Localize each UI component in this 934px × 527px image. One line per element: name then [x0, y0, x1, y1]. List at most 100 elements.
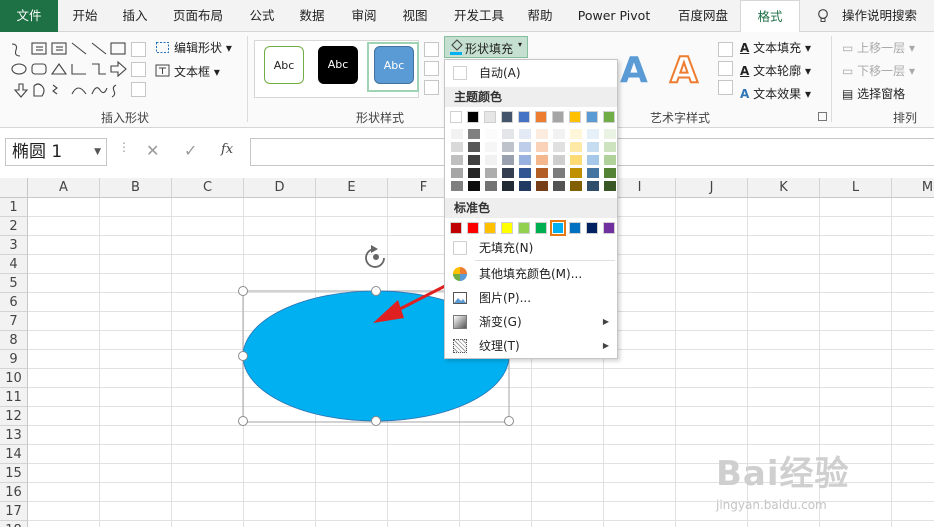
watermark-url: jingyan.baidu.com — [716, 498, 827, 512]
menu-item-picture-label: 图片(P)... — [479, 291, 532, 305]
theme-shade-swatch[interactable] — [451, 168, 463, 178]
standard-color-swatch[interactable] — [450, 222, 462, 234]
menu-item-more-colors-label: 其他填充颜色(M)... — [479, 267, 583, 281]
theme-color-swatch[interactable] — [484, 111, 496, 123]
resize-handle-bottom[interactable] — [371, 416, 381, 426]
submenu-arrow-icon: ▶ — [602, 341, 609, 350]
theme-color-swatch[interactable] — [569, 111, 581, 123]
shape-fill-dropdown: 自动(A) 主题颜色 标准色 无填充(N) 其他填充颜色(M)... 图片(P)… — [444, 59, 618, 359]
theme-shade-swatch[interactable] — [553, 181, 565, 191]
color-wheel-icon — [453, 267, 467, 281]
theme-shade-swatch[interactable] — [553, 142, 565, 152]
theme-shade-swatch[interactable] — [468, 155, 480, 165]
menu-item-auto[interactable]: 自动(A) — [445, 62, 617, 84]
menu-item-picture[interactable]: 图片(P)... — [445, 287, 617, 309]
standard-color-swatch[interactable] — [569, 222, 581, 234]
theme-shade-swatch[interactable] — [553, 129, 565, 139]
theme-shade-swatch[interactable] — [519, 168, 531, 178]
theme-shade-swatch[interactable] — [502, 129, 514, 139]
theme-shade-swatch[interactable] — [519, 155, 531, 165]
theme-shade-swatch[interactable] — [519, 129, 531, 139]
theme-shade-swatch[interactable] — [468, 168, 480, 178]
standard-color-swatch[interactable] — [603, 222, 615, 234]
resize-handle-left[interactable] — [238, 351, 248, 361]
theme-color-swatch[interactable] — [603, 111, 615, 123]
standard-color-swatch[interactable] — [586, 222, 598, 234]
theme-shade-swatch[interactable] — [502, 181, 514, 191]
standard-color-swatch[interactable] — [467, 222, 479, 234]
theme-shade-swatch[interactable] — [536, 168, 548, 178]
theme-color-swatch[interactable] — [501, 111, 513, 123]
menu-item-texture[interactable]: 纹理(T) ▶ — [445, 335, 617, 357]
theme-shade-swatch[interactable] — [485, 142, 497, 152]
theme-shade-swatch[interactable] — [570, 168, 582, 178]
theme-shade-swatch[interactable] — [502, 142, 514, 152]
theme-shade-swatch[interactable] — [604, 142, 616, 152]
theme-shade-swatch[interactable] — [519, 142, 531, 152]
gradient-icon — [453, 315, 467, 329]
menu-item-gradient[interactable]: 渐变(G) ▶ — [445, 311, 617, 333]
theme-shade-swatch[interactable] — [519, 181, 531, 191]
theme-shade-swatch[interactable] — [604, 168, 616, 178]
theme-shade-swatch[interactable] — [451, 181, 463, 191]
theme-shade-swatch[interactable] — [485, 168, 497, 178]
theme-shade-swatch[interactable] — [502, 155, 514, 165]
resize-handle-top[interactable] — [371, 286, 381, 296]
auto-swatch-icon — [453, 66, 467, 80]
theme-shade-swatch[interactable] — [485, 129, 497, 139]
theme-shade-swatch[interactable] — [604, 181, 616, 191]
theme-shade-swatch[interactable] — [587, 142, 599, 152]
standard-color-swatch[interactable] — [501, 222, 513, 234]
theme-shade-swatch[interactable] — [502, 168, 514, 178]
menu-item-more-colors[interactable]: 其他填充颜色(M)... — [445, 263, 617, 285]
theme-shade-swatch[interactable] — [536, 142, 548, 152]
standard-color-swatch[interactable] — [484, 222, 496, 234]
rotate-handle-icon[interactable] — [365, 245, 385, 268]
menu-item-no-fill[interactable]: 无填充(N) — [445, 237, 617, 259]
theme-shade-swatch[interactable] — [485, 155, 497, 165]
theme-shade-swatch[interactable] — [570, 129, 582, 139]
theme-shade-swatch[interactable] — [587, 181, 599, 191]
menu-divider — [475, 260, 615, 261]
theme-color-swatch[interactable] — [467, 111, 479, 123]
theme-shade-swatch[interactable] — [587, 155, 599, 165]
theme-shade-swatch[interactable] — [536, 129, 548, 139]
theme-color-swatch[interactable] — [535, 111, 547, 123]
standard-color-swatch[interactable] — [518, 222, 530, 234]
standard-color-swatch[interactable] — [550, 220, 566, 236]
theme-color-swatch[interactable] — [450, 111, 462, 123]
theme-shade-swatch[interactable] — [451, 155, 463, 165]
picture-icon — [453, 292, 467, 304]
standard-color-swatch[interactable] — [535, 222, 547, 234]
theme-color-swatch[interactable] — [552, 111, 564, 123]
theme-shade-swatch[interactable] — [570, 142, 582, 152]
no-fill-icon — [453, 241, 467, 255]
theme-shade-swatch[interactable] — [451, 129, 463, 139]
theme-shade-swatch[interactable] — [468, 181, 480, 191]
theme-color-swatch[interactable] — [518, 111, 530, 123]
resize-handle-top-left[interactable] — [238, 286, 248, 296]
theme-shade-swatch[interactable] — [485, 181, 497, 191]
theme-shade-swatch[interactable] — [570, 181, 582, 191]
theme-color-swatch[interactable] — [586, 111, 598, 123]
theme-shade-swatch[interactable] — [468, 142, 480, 152]
theme-shade-swatch[interactable] — [604, 155, 616, 165]
theme-shade-swatch[interactable] — [587, 129, 599, 139]
menu-item-auto-label: 自动(A) — [479, 66, 521, 80]
resize-handle-bottom-right[interactable] — [504, 416, 514, 426]
theme-shade-swatch[interactable] — [587, 168, 599, 178]
theme-colors-header: 主题颜色 — [445, 87, 617, 107]
watermark-brand: Bai经验 — [716, 454, 850, 494]
resize-handle-bottom-left[interactable] — [238, 416, 248, 426]
theme-shade-swatch[interactable] — [604, 129, 616, 139]
theme-shade-swatch[interactable] — [553, 155, 565, 165]
theme-shade-swatch[interactable] — [570, 155, 582, 165]
menu-item-gradient-label: 渐变(G) — [479, 315, 522, 329]
standard-colors-header: 标准色 — [445, 198, 617, 218]
theme-shade-swatch[interactable] — [468, 129, 480, 139]
theme-shade-swatch[interactable] — [536, 155, 548, 165]
theme-shade-swatch[interactable] — [536, 181, 548, 191]
theme-shade-swatch[interactable] — [451, 142, 463, 152]
theme-shade-swatch[interactable] — [553, 168, 565, 178]
submenu-arrow-icon: ▶ — [602, 317, 609, 326]
